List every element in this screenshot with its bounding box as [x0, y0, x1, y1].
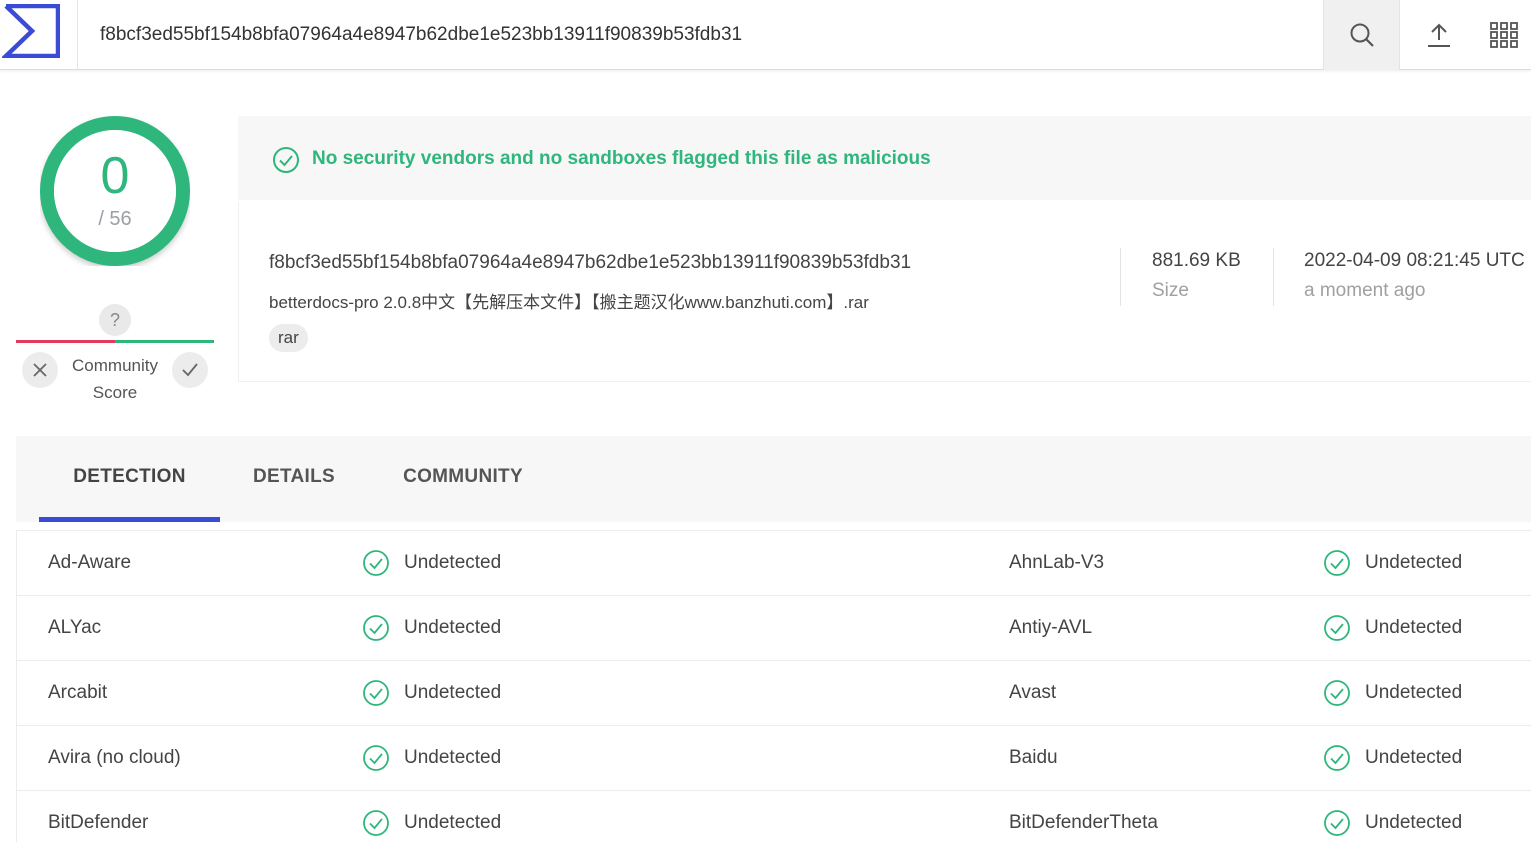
tab-community[interactable]: COMMUNITY: [384, 436, 542, 522]
community-label-line1: Community: [72, 356, 158, 375]
close-icon: [33, 363, 47, 377]
search-button[interactable]: [1323, 0, 1400, 70]
status-text: Undetected: [1365, 552, 1463, 573]
status-text: Undetected: [1365, 617, 1463, 638]
detection-status: Undetected: [1323, 531, 1462, 595]
file-type-tag[interactable]: rar: [269, 324, 308, 352]
upload-button[interactable]: [1400, 0, 1477, 70]
status-text: Undetected: [404, 812, 502, 833]
status-text: Undetected: [404, 747, 502, 768]
check-circle-icon: [1324, 615, 1350, 641]
status-text: Undetected: [1365, 682, 1463, 703]
check-circle-icon: [363, 550, 389, 576]
file-size-value: 881.69 KB: [1152, 250, 1241, 271]
table-row: BitDefender Undetected BitDefenderTheta …: [17, 791, 1531, 842]
detection-count: 0: [100, 147, 130, 205]
table-row: Avira (no cloud) Undetected Baidu Undete…: [17, 726, 1531, 791]
verdict-banner: No security vendors and no sandboxes fla…: [238, 116, 1531, 200]
table-row: ALYac Undetected Antiy-AVL Undetected: [17, 596, 1531, 661]
engine-total: / 56: [98, 208, 132, 230]
sigma-logo-icon: [2, 4, 60, 58]
vendor-name: Arcabit: [48, 682, 108, 703]
upload-icon: [1427, 23, 1450, 47]
detection-status: Undetected: [362, 791, 501, 842]
detection-score: 0 / 56: [40, 116, 190, 266]
check-icon: [182, 363, 198, 377]
status-text: Undetected: [404, 617, 502, 638]
detection-status: Undetected: [362, 531, 501, 595]
vendor-name: Ad-Aware: [48, 552, 132, 573]
community-bar-malicious: [16, 340, 115, 343]
check-circle-icon: [1324, 810, 1350, 836]
verdict-text: No security vendors and no sandboxes fla…: [312, 148, 931, 169]
top-bar: [0, 0, 1531, 70]
detection-status: Undetected: [1323, 726, 1462, 790]
community-label-line2: Score: [92, 383, 138, 402]
file-name: betterdocs-pro 2.0.8中文【先解压本文件】【搬主题汉化www.…: [269, 293, 869, 312]
vendor-name: Avira (no cloud): [48, 747, 181, 768]
check-circle-icon: [363, 680, 389, 706]
check-circle-icon: [1324, 680, 1350, 706]
report-tabs: DETECTION DETAILS COMMUNITY: [16, 436, 1531, 522]
community-score-label: Community Score: [60, 352, 170, 406]
detections-table: Ad-Aware Undetected AhnLab-V3 Undetected…: [16, 530, 1531, 842]
detection-status: Undetected: [362, 661, 501, 725]
tab-detection[interactable]: DETECTION: [39, 436, 220, 522]
vendor-name: Antiy-AVL: [1009, 617, 1093, 638]
file-size-label: Size: [1152, 280, 1189, 301]
check-circle-icon: [363, 615, 389, 641]
tab-details[interactable]: DETAILS: [236, 436, 352, 522]
vendor-name: Avast: [1009, 682, 1057, 703]
table-row: Arcabit Undetected Avast Undetected: [17, 661, 1531, 726]
analysis-date-value: 2022-04-09 08:21:45 UTC: [1304, 250, 1525, 271]
vendor-name: Baidu: [1009, 747, 1058, 768]
detection-status: Undetected: [1323, 661, 1462, 725]
community-bar-harmless: [115, 340, 214, 343]
check-circle-icon: [1324, 745, 1350, 771]
search-icon: [1350, 23, 1374, 47]
status-text: Undetected: [1365, 747, 1463, 768]
divider: [1273, 248, 1274, 306]
detection-status: Undetected: [362, 726, 501, 790]
check-circle-icon: [1324, 550, 1350, 576]
check-circle-icon: [273, 147, 299, 173]
vendor-name: BitDefenderTheta: [1009, 812, 1158, 833]
detection-status: Undetected: [362, 596, 501, 660]
detection-status: Undetected: [1323, 596, 1462, 660]
divider: [1120, 248, 1121, 306]
search-input[interactable]: [78, 0, 1323, 70]
status-text: Undetected: [404, 682, 502, 703]
status-text: Undetected: [404, 552, 502, 573]
file-hash: f8bcf3ed55bf154b8bfa07964a4e8947b62dbe1e…: [269, 252, 912, 273]
vote-malicious-button[interactable]: [22, 352, 58, 388]
check-circle-icon: [363, 810, 389, 836]
apps-button[interactable]: [1477, 0, 1531, 70]
check-circle-icon: [363, 745, 389, 771]
vendor-name: ALYac: [48, 617, 102, 638]
detection-status: Undetected: [1323, 791, 1462, 842]
apps-grid-icon: [1490, 22, 1518, 48]
table-row: Ad-Aware Undetected AhnLab-V3 Undetected: [17, 531, 1531, 596]
vendor-name: BitDefender: [48, 812, 149, 833]
virustotal-logo[interactable]: [0, 0, 78, 70]
analysis-date-relative: a moment ago: [1304, 280, 1426, 301]
vendor-name: AhnLab-V3: [1009, 552, 1105, 573]
status-text: Undetected: [1365, 812, 1463, 833]
vote-harmless-button[interactable]: [172, 352, 208, 388]
community-unknown-badge: ?: [99, 304, 131, 336]
file-info-panel: f8bcf3ed55bf154b8bfa07964a4e8947b62dbe1e…: [238, 202, 1531, 382]
